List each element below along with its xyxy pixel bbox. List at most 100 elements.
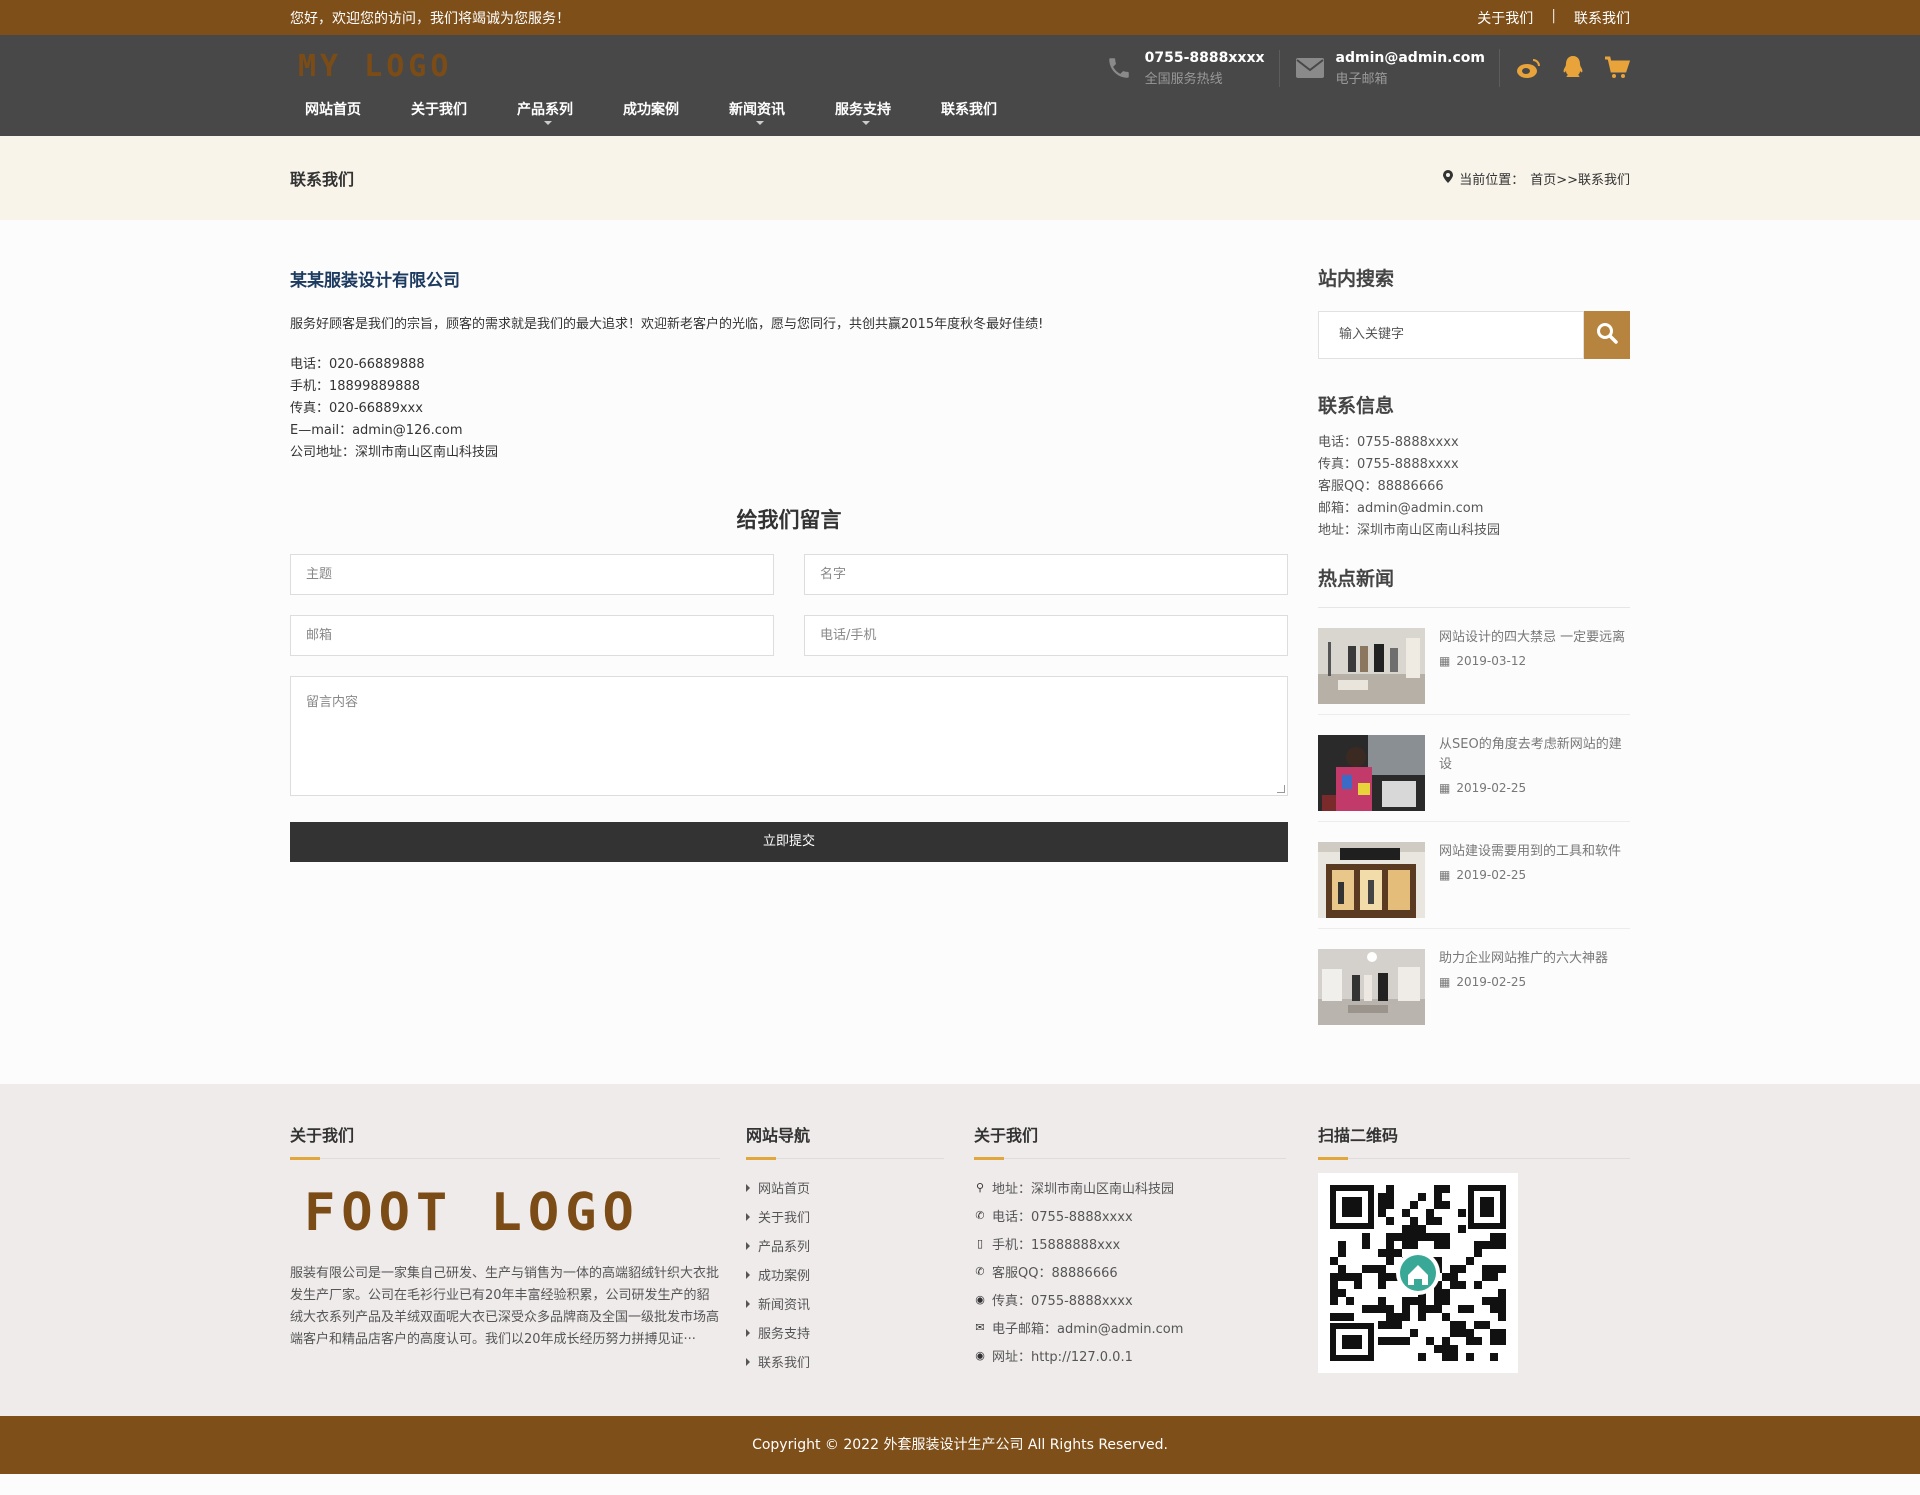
- info-line: 手机：18899889888: [290, 379, 420, 394]
- footer-contact-text: 电话：0755-8888xxxx: [992, 1209, 1133, 1225]
- footer-logo[interactable]: FOOT LOGO: [304, 1185, 720, 1241]
- news-title[interactable]: 网站建设需要用到的工具和软件: [1439, 842, 1621, 862]
- page-banner: 联系我们 当前位置： 首页>>联系我们: [0, 136, 1920, 220]
- news-thumbnail[interactable]: [1318, 842, 1425, 918]
- top-link-separator: |: [1551, 7, 1556, 24]
- breadcrumb-prefix: 当前位置：: [1459, 172, 1525, 188]
- header-phone-number: 0755-8888xxxx: [1144, 49, 1265, 66]
- phone-icon: ✆: [975, 1208, 985, 1222]
- qr-code: [1318, 1173, 1518, 1373]
- calendar-icon: ▦: [1439, 781, 1451, 795]
- footer-qr: 扫描二维码: [1318, 1122, 1630, 1376]
- search-button[interactable]: [1584, 311, 1630, 359]
- weibo-icon[interactable]: [1516, 55, 1542, 81]
- nav-item-contact[interactable]: 联系我们: [926, 95, 1032, 135]
- news-item[interactable]: 网站设计的四大禁忌 一定要远离 ▦ 2019-03-12: [1318, 608, 1630, 715]
- nav-item-label: 产品系列: [517, 102, 573, 118]
- breadcrumb: 当前位置： 首页>>联系我们: [1443, 169, 1630, 188]
- footer-link[interactable]: 联系我们: [746, 1347, 944, 1376]
- footer-link[interactable]: 服务支持: [746, 1318, 944, 1347]
- footer-contact-line: ✉ 电子邮箱：admin@admin.com: [974, 1313, 1286, 1341]
- footer-link-label: 服务支持: [758, 1327, 811, 1342]
- footer-link-label: 成功案例: [758, 1269, 811, 1284]
- footer-link[interactable]: 产品系列: [746, 1231, 944, 1260]
- footer-contact-text[interactable]: 网址：http://127.0.0.1: [992, 1346, 1133, 1365]
- footer-link[interactable]: 成功案例: [746, 1260, 944, 1289]
- footer-link-label: 网站首页: [758, 1182, 811, 1197]
- footer-contact-text: 地址：深圳市南山区南山科技园: [992, 1181, 1175, 1197]
- subject-input[interactable]: 主题: [290, 554, 774, 595]
- contact-info-list: 电话：0755-8888xxxx 传真：0755-8888xxxx 客服QQ：8…: [1318, 432, 1630, 542]
- calendar-icon: ▦: [1439, 654, 1451, 668]
- footer-link[interactable]: 新闻资讯: [746, 1289, 944, 1318]
- nav-item-label: 网站首页: [305, 102, 361, 118]
- footer-contact-line: ✆ 客服QQ：88886666: [974, 1257, 1286, 1285]
- contact-content: 某某服装设计有限公司 服务好顾客是我们的宗旨，顾客的需求就是我们的最大追求！欢迎…: [290, 264, 1288, 1036]
- caret-right-icon: [746, 1241, 750, 1250]
- news-thumbnail[interactable]: [1318, 628, 1425, 704]
- caret-down-icon: [756, 121, 764, 125]
- header-email-address: admin@admin.com: [1335, 49, 1485, 66]
- footer-link-label: 新闻资讯: [758, 1298, 811, 1313]
- footer-qr-title: 扫描二维码: [1318, 1122, 1630, 1160]
- nav-item-label: 新闻资讯: [729, 102, 785, 118]
- header-phone: 0755-8888xxxx 全国服务热线: [1089, 50, 1279, 87]
- caret-down-icon: [544, 121, 552, 125]
- footer-link[interactable]: 关于我们: [746, 1202, 944, 1231]
- nav-item-service[interactable]: 服务支持: [820, 95, 926, 135]
- hot-news-list: 网站设计的四大禁忌 一定要远离 ▦ 2019-03-12 从SEO的角度去考虑新网…: [1318, 608, 1630, 1036]
- hot-news-title: 热点新闻: [1318, 564, 1630, 608]
- news-title[interactable]: 从SEO的角度去考虑新网站的建设: [1439, 735, 1630, 775]
- top-link-about[interactable]: 关于我们: [1477, 8, 1533, 28]
- news-date-text: 2019-02-25: [1456, 781, 1527, 795]
- footer-contact-text: 客服QQ：88886666: [992, 1265, 1118, 1281]
- nav-item-about[interactable]: 关于我们: [396, 95, 502, 135]
- news-thumbnail[interactable]: [1318, 949, 1425, 1025]
- map-marker-icon: [1443, 169, 1454, 187]
- main-content: 某某服装设计有限公司 服务好顾客是我们的宗旨，顾客的需求就是我们的最大追求！欢迎…: [0, 220, 1920, 1084]
- search-input[interactable]: 输入关键字: [1318, 311, 1584, 359]
- top-bar: 您好，欢迎您的访问，我们将竭诚为您服务！ 关于我们 | 联系我们: [0, 0, 1920, 35]
- news-date: ▦ 2019-02-25: [1439, 975, 1608, 989]
- contact-info-line: 电话：0755-8888xxxx: [1318, 435, 1459, 450]
- cart-icon[interactable]: [1604, 55, 1630, 81]
- breadcrumb-path[interactable]: 首页>>联系我们: [1530, 169, 1630, 188]
- submit-button[interactable]: 立即提交: [290, 822, 1288, 862]
- nav-item-products[interactable]: 产品系列: [502, 95, 608, 135]
- site-logo[interactable]: MY LOGO: [298, 49, 452, 84]
- footer-contact-line: ✆ 电话：0755-8888xxxx: [974, 1201, 1286, 1229]
- envelope-icon: [1294, 52, 1326, 84]
- nav-item-news[interactable]: 新闻资讯: [714, 95, 820, 135]
- news-item[interactable]: 从SEO的角度去考虑新网站的建设 ▦ 2019-02-25: [1318, 715, 1630, 822]
- qq-icon[interactable]: [1560, 55, 1586, 81]
- top-link-contact[interactable]: 联系我们: [1574, 8, 1630, 28]
- name-input[interactable]: 名字: [804, 554, 1288, 595]
- caret-down-icon: [862, 121, 870, 125]
- nav-item-home[interactable]: 网站首页: [290, 95, 396, 135]
- nav-item-cases[interactable]: 成功案例: [608, 95, 714, 135]
- site-footer: 关于我们 FOOT LOGO 服装有限公司是一家集自己研发、生产与销售为一体的高…: [0, 1084, 1920, 1416]
- info-line: 传真：020-66889xxx: [290, 401, 423, 416]
- nav-item-label: 成功案例: [623, 102, 679, 118]
- news-title[interactable]: 助力企业网站推广的六大神器: [1439, 949, 1608, 969]
- news-item[interactable]: 助力企业网站推广的六大神器 ▦ 2019-02-25: [1318, 929, 1630, 1036]
- email-input[interactable]: 邮箱: [290, 615, 774, 656]
- footer-link[interactable]: 网站首页: [746, 1173, 944, 1202]
- news-thumbnail[interactable]: [1318, 735, 1425, 811]
- message-textarea[interactable]: 留言内容: [290, 676, 1288, 796]
- phone-input[interactable]: 电话/手机: [804, 615, 1288, 656]
- footer-about: 关于我们 FOOT LOGO 服装有限公司是一家集自己研发、生产与销售为一体的高…: [290, 1122, 720, 1376]
- caret-right-icon: [746, 1299, 750, 1308]
- main-nav: 网站首页 关于我们 产品系列 成功案例 新闻资讯 服务支持 联系我们: [290, 95, 1032, 135]
- news-date-text: 2019-02-25: [1456, 868, 1527, 882]
- footer-contact-line: ◉ 网址：http://127.0.0.1: [974, 1341, 1286, 1369]
- site-header: MY LOGO 0755-8888xxxx 全国服务热线 admin@admin…: [0, 35, 1920, 136]
- footer-link-label: 关于我们: [758, 1211, 811, 1226]
- news-title[interactable]: 网站设计的四大禁忌 一定要远离: [1439, 628, 1625, 648]
- envelope-icon: ✉: [975, 1320, 985, 1334]
- news-item[interactable]: 网站建设需要用到的工具和软件 ▦ 2019-02-25: [1318, 822, 1630, 929]
- footer-about-title: 关于我们: [290, 1122, 720, 1160]
- header-phone-label: 全国服务热线: [1144, 71, 1223, 87]
- resize-handle-icon[interactable]: [1277, 785, 1285, 793]
- footer-about-text: 服装有限公司是一家集自己研发、生产与销售为一体的高端貂绒针织大衣批发生产厂家。公…: [290, 1266, 720, 1347]
